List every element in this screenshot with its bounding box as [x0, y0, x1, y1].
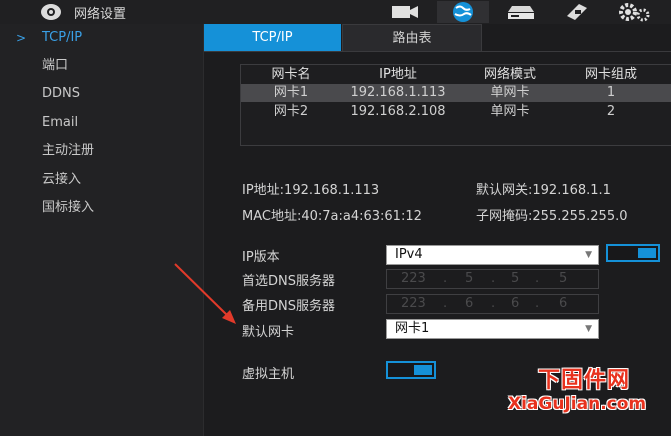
chevron-down-icon: ▼: [585, 324, 592, 334]
column-header: 网卡组成: [584, 67, 637, 82]
chevron-down-icon: ▼: [585, 250, 592, 260]
watermark-url: XiaGuJian.com: [508, 394, 647, 414]
ipv6-toggle[interactable]: [606, 244, 660, 262]
storage-button[interactable]: [500, 1, 542, 23]
column-header: 网卡名: [271, 67, 311, 82]
sidebar-item-port[interactable]: 端口: [0, 54, 203, 78]
settings-logo-icon: [41, 4, 61, 20]
column-header: 网络模式: [483, 67, 536, 82]
virtual-host-toggle[interactable]: [386, 361, 436, 379]
sidebar-item-label: 端口: [42, 58, 69, 73]
default-nic-select[interactable]: 网卡1 ▼: [386, 319, 599, 339]
gateway-info: 默认网关:192.168.1.1: [476, 183, 611, 198]
sidebar-item-active-register[interactable]: 主动注册: [0, 139, 203, 163]
sidebar-item-tcpip[interactable]: > TCP/IP: [0, 26, 203, 50]
toggle-knob: [638, 248, 656, 258]
dns1-input[interactable]: 223 . 5 . 5 . 5: [386, 269, 599, 289]
table-cell: 单网卡: [490, 85, 530, 100]
virtual-host-label: 虚拟主机: [242, 367, 295, 382]
top-bar: 网络设置: [0, 0, 671, 24]
table-cell: 192.168.2.108: [350, 104, 446, 119]
sidebar-item-label: 云接入: [42, 172, 82, 187]
column-header: IP地址: [379, 67, 417, 82]
tab-divider: [204, 51, 671, 52]
system-icon: [567, 4, 587, 20]
ip-dot: .: [443, 296, 448, 311]
ip-octet: 6: [559, 296, 568, 311]
ip-dot: .: [491, 271, 496, 286]
ip-dot: .: [443, 271, 448, 286]
dns2-input[interactable]: 223 . 6 . 6 . 6: [386, 294, 599, 314]
toggle-knob: [414, 365, 432, 375]
ip-octet: 223: [401, 296, 426, 311]
sidebar-item-label: Email: [42, 115, 79, 130]
network-button[interactable]: [437, 1, 489, 23]
ip-dot: .: [491, 296, 496, 311]
sidebar-item-ddns[interactable]: DDNS: [0, 82, 203, 106]
sidebar-item-email[interactable]: Email: [0, 111, 203, 135]
table-row[interactable]: 网卡1 192.168.1.113 单网卡 1: [241, 84, 671, 102]
ip-dot: .: [535, 296, 540, 311]
ip-octet: 6: [465, 296, 474, 311]
table-row[interactable]: 网卡2 192.168.2.108 单网卡 2: [241, 103, 671, 121]
tab-route-table[interactable]: 路由表: [342, 24, 482, 52]
subnet-mask-info: 子网掩码:255.255.255.0: [476, 209, 628, 224]
ip-octet: 6: [511, 296, 520, 311]
dns2-label: 备用DNS服务器: [242, 299, 335, 314]
camera-icon: [392, 6, 418, 18]
mac-address-info: MAC地址:40:7a:a4:63:61:12: [242, 209, 422, 224]
nic-table: 网卡名 IP地址 网络模式 网卡组成 网卡1 192.168.1.113 单网卡…: [240, 64, 671, 146]
ip-octet: 5: [465, 271, 474, 286]
sidebar: > TCP/IP 端口 DDNS Email 主动注册 云接入 国标接入: [0, 24, 204, 436]
tools-button[interactable]: [614, 1, 654, 23]
sidebar-item-label: TCP/IP: [42, 30, 83, 45]
table-cell: 1: [606, 85, 616, 100]
tab-tcpip[interactable]: TCP/IP: [204, 24, 341, 51]
default-nic-label: 默认网卡: [242, 325, 295, 340]
sidebar-item-gb-access[interactable]: 国标接入: [0, 196, 203, 220]
sidebar-item-label: 国标接入: [42, 200, 95, 215]
table-cell: 2: [606, 104, 616, 119]
ip-octet: 5: [559, 271, 568, 286]
ip-octet: 5: [511, 271, 520, 286]
sidebar-item-label: DDNS: [42, 86, 80, 101]
default-nic-value: 网卡1: [395, 321, 430, 336]
table-cell: 192.168.1.113: [350, 85, 446, 100]
tools-gear-icon: [619, 3, 650, 22]
watermark-logo: 下固件网: [538, 367, 631, 393]
storage-icon: [508, 6, 534, 19]
sidebar-item-label: 主动注册: [42, 143, 95, 158]
dns1-label: 首选DNS服务器: [242, 274, 335, 289]
chevron-right-icon: >: [16, 31, 27, 45]
ip-version-label: IP版本: [242, 250, 280, 265]
page-title: 网络设置: [74, 7, 127, 22]
camera-button[interactable]: [383, 1, 427, 23]
system-button[interactable]: [558, 1, 596, 23]
ip-address-info: IP地址:192.168.1.113: [242, 183, 380, 198]
ip-version-select[interactable]: IPv4 ▼: [386, 245, 599, 265]
table-cell: 网卡2: [273, 104, 309, 119]
ip-octet: 223: [401, 271, 426, 286]
sidebar-item-cloud-access[interactable]: 云接入: [0, 168, 203, 192]
table-cell: 网卡1: [273, 85, 309, 100]
ip-version-value: IPv4: [395, 247, 423, 262]
table-header: 网卡名 IP地址 网络模式 网卡组成: [241, 66, 671, 84]
table-cell: 单网卡: [490, 104, 530, 119]
network-globe-icon: [453, 2, 473, 22]
ip-dot: .: [535, 271, 540, 286]
